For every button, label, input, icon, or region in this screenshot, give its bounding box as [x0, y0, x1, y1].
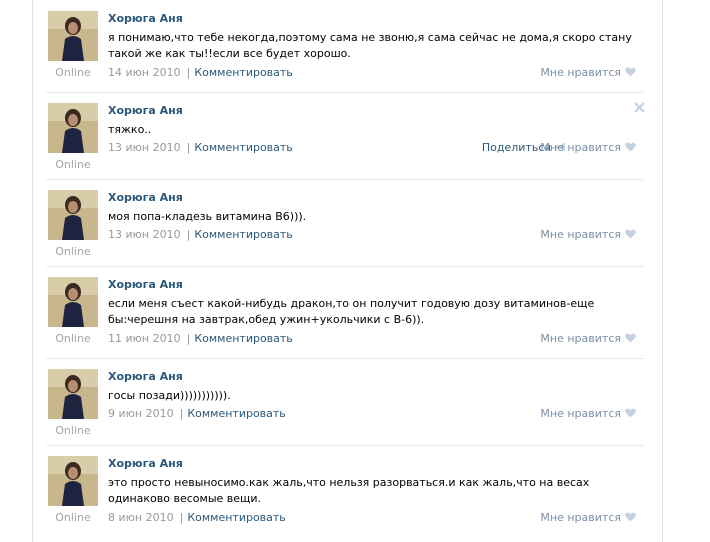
avatar[interactable] — [48, 11, 98, 61]
avatar[interactable] — [48, 103, 98, 153]
meta-separator: | — [179, 511, 184, 524]
post-author-link[interactable]: Хорюга Аня — [108, 370, 183, 383]
post-meta: 11 июн 2010 | Комментировать — [108, 332, 293, 345]
avatar[interactable] — [48, 369, 98, 419]
post-divider — [46, 266, 644, 267]
like-label: Мне нравится — [540, 407, 621, 420]
post-text: тяжко.. — [108, 123, 152, 136]
online-status: Online — [55, 245, 91, 258]
comment-link[interactable]: Комментировать — [194, 66, 292, 79]
post-text: это просто невыносимо.как жаль,что нельз… — [108, 476, 590, 505]
close-icon[interactable] — [634, 102, 645, 113]
like-button[interactable]: Мне нравится — [540, 511, 636, 525]
avatar[interactable] — [48, 277, 98, 327]
post-meta: 13 июн 2010 | Комментировать — [108, 141, 293, 154]
heart-icon — [625, 67, 636, 80]
online-status: Online — [55, 424, 91, 437]
post-author-link[interactable]: Хорюга Аня — [108, 278, 183, 291]
post-date[interactable]: 14 июн 2010 — [108, 66, 181, 79]
meta-separator: | — [179, 407, 184, 420]
like-button[interactable]: Мне нравится — [540, 228, 636, 242]
post-meta: 13 июн 2010 | Комментировать — [108, 228, 293, 241]
like-label: Мне нравится — [540, 141, 621, 154]
post-meta: 8 июн 2010 | Комментировать — [108, 511, 286, 524]
wall: Online Хорюга Аня я понимаю,что тебе нек… — [33, 0, 662, 542]
meta-separator: | — [186, 66, 191, 79]
like-label: Мне нравится — [540, 66, 621, 79]
post-date[interactable]: 9 июн 2010 — [108, 407, 174, 420]
comment-link[interactable]: Комментировать — [194, 228, 292, 241]
heart-icon — [625, 408, 636, 421]
post-text: я понимаю,что тебе некогда,поэтому сама … — [108, 31, 632, 60]
post-date[interactable]: 11 июн 2010 — [108, 332, 181, 345]
post-meta: 9 июн 2010 | Комментировать — [108, 407, 286, 420]
heart-icon — [625, 512, 636, 525]
online-status: Online — [55, 332, 91, 345]
meta-separator: | — [186, 141, 191, 154]
heart-icon — [625, 333, 636, 346]
like-label: Мне нравится — [540, 228, 621, 241]
post-date[interactable]: 13 июн 2010 — [108, 141, 181, 154]
post-divider — [46, 445, 644, 446]
meta-separator: | — [186, 332, 191, 345]
post-text: если меня съест какой-нибудь дракон,то о… — [108, 297, 595, 326]
post-divider — [46, 179, 644, 180]
comment-link[interactable]: Комментировать — [187, 407, 285, 420]
heart-icon — [625, 142, 636, 155]
post-author-link[interactable]: Хорюга Аня — [108, 191, 183, 204]
post-author-link[interactable]: Хорюга Аня — [108, 12, 183, 25]
post-date[interactable]: 8 июн 2010 — [108, 511, 174, 524]
comment-link[interactable]: Комментировать — [194, 141, 292, 154]
online-status: Online — [55, 66, 91, 79]
post-author-link[interactable]: Хорюга Аня — [108, 457, 183, 470]
post-divider — [46, 92, 644, 93]
like-button[interactable]: Мне нравится — [540, 66, 636, 80]
like-label: Мне нравится — [540, 511, 621, 524]
post-text: моя попа-кладезь витамина В6))). — [108, 210, 307, 223]
comment-link[interactable]: Комментировать — [194, 332, 292, 345]
like-button[interactable]: Мне нравится — [540, 407, 636, 421]
like-button[interactable]: Мне нравится — [540, 332, 636, 346]
like-label: Мне нравится — [540, 332, 621, 345]
like-button[interactable]: Мне нравится — [540, 141, 636, 155]
avatar[interactable] — [48, 190, 98, 240]
online-status: Online — [55, 511, 91, 524]
post-divider — [46, 358, 644, 359]
meta-separator: | — [186, 228, 191, 241]
post-meta: 14 июн 2010 | Комментировать — [108, 66, 293, 79]
post-author-link[interactable]: Хорюга Аня — [108, 104, 183, 117]
comment-link[interactable]: Комментировать — [187, 511, 285, 524]
avatar[interactable] — [48, 456, 98, 506]
post-date[interactable]: 13 июн 2010 — [108, 228, 181, 241]
wall-right-border — [662, 0, 663, 542]
post-text: госы позади))))))))))). — [108, 389, 231, 402]
online-status: Online — [55, 158, 91, 171]
heart-icon — [625, 229, 636, 242]
